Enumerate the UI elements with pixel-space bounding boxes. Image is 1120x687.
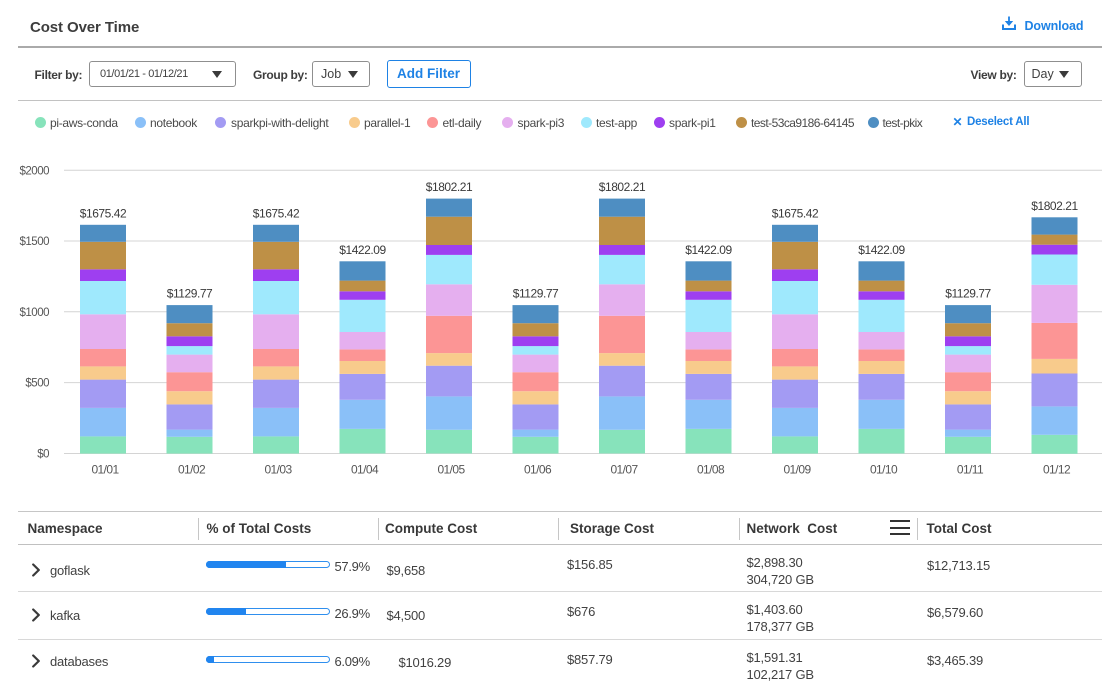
svg-text:01/08: 01/08 xyxy=(697,463,725,477)
svg-text:01/12: 01/12 xyxy=(1043,463,1071,477)
svg-text:$1675.42: $1675.42 xyxy=(80,206,127,220)
svg-text:01/07: 01/07 xyxy=(610,463,638,477)
svg-text:01/01: 01/01 xyxy=(91,463,119,477)
svg-text:$1129.77: $1129.77 xyxy=(945,287,991,301)
svg-text:01/04: 01/04 xyxy=(351,463,379,477)
svg-text:$1129.77: $1129.77 xyxy=(513,287,559,301)
svg-text:$1422.09: $1422.09 xyxy=(339,243,386,257)
svg-text:$500: $500 xyxy=(25,378,49,390)
svg-text:$0: $0 xyxy=(37,449,49,461)
svg-text:$2000: $2000 xyxy=(20,165,50,177)
svg-text:01/11: 01/11 xyxy=(957,463,984,477)
svg-text:01/09: 01/09 xyxy=(783,463,811,477)
svg-text:$1802.21: $1802.21 xyxy=(599,180,646,194)
svg-text:$1802.21: $1802.21 xyxy=(1031,199,1078,213)
svg-text:$1129.77: $1129.77 xyxy=(167,287,213,301)
svg-text:01/03: 01/03 xyxy=(264,463,292,477)
svg-text:$1422.09: $1422.09 xyxy=(858,243,905,257)
svg-text:$1000: $1000 xyxy=(20,307,50,319)
svg-text:01/05: 01/05 xyxy=(437,463,465,477)
svg-text:$1500: $1500 xyxy=(20,236,50,248)
svg-text:$1422.09: $1422.09 xyxy=(685,243,732,257)
svg-text:01/02: 01/02 xyxy=(178,463,206,477)
svg-text:$1802.21: $1802.21 xyxy=(426,180,473,194)
svg-text:$1675.42: $1675.42 xyxy=(253,206,300,220)
svg-text:$1675.42: $1675.42 xyxy=(772,206,819,220)
svg-text:01/10: 01/10 xyxy=(870,463,898,477)
svg-text:01/06: 01/06 xyxy=(524,463,552,477)
